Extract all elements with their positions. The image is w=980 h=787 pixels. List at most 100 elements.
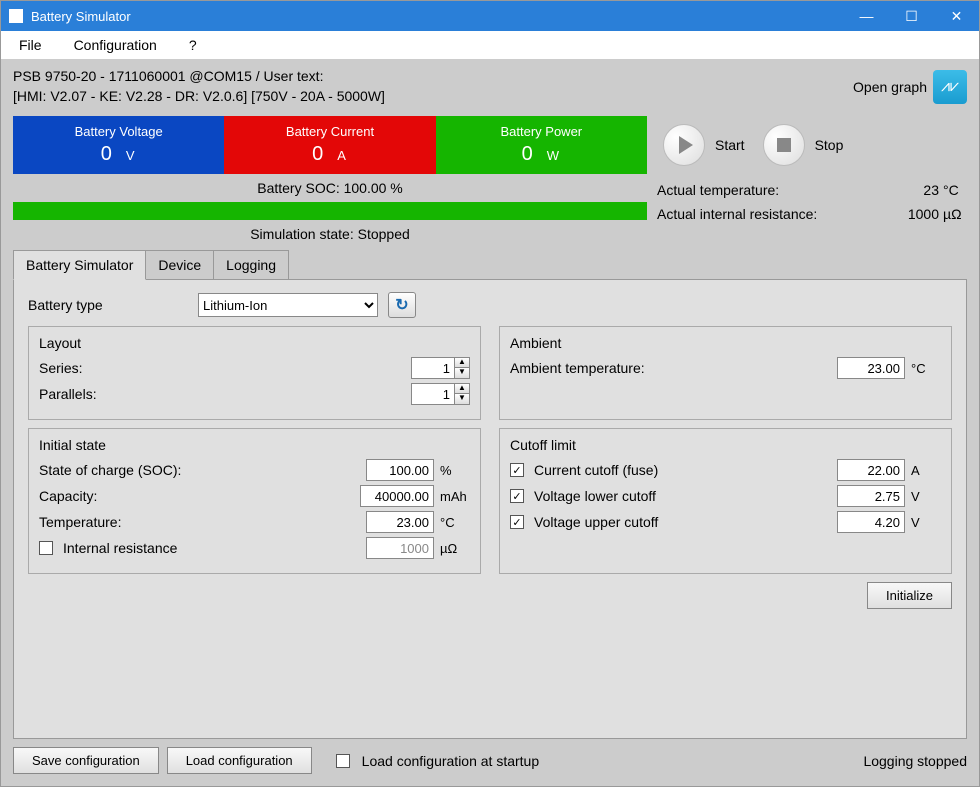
open-graph-label: Open graph	[853, 79, 927, 95]
capacity-label: Capacity:	[39, 488, 354, 504]
voltage-lower-unit: V	[911, 489, 941, 504]
tab-body: Battery type Lithium-Ion ↻ Layout Series…	[13, 279, 967, 739]
current-value: 0	[312, 143, 325, 165]
current-label: Battery Current	[286, 124, 374, 139]
load-startup-checkbox[interactable]	[336, 754, 350, 768]
stats-block: Actual temperature: 23 °C Actual interna…	[657, 182, 967, 222]
window-title: Battery Simulator	[31, 9, 844, 24]
titlebar: Battery Simulator — ☐ ✕	[1, 1, 979, 31]
battery-type-label: Battery type	[28, 297, 188, 313]
voltage-meter: Battery Voltage 0V	[13, 116, 224, 174]
parallels-stepper[interactable]: ▲▼	[411, 383, 470, 405]
load-config-button[interactable]: Load configuration	[167, 747, 312, 774]
menu-configuration[interactable]: Configuration	[68, 33, 163, 57]
logging-status: Logging stopped	[863, 753, 967, 769]
battery-type-select[interactable]: Lithium-Ion	[198, 293, 378, 317]
voltage-lower-label: Voltage lower cutoff	[534, 488, 831, 504]
actual-temp-label: Actual temperature:	[657, 182, 899, 198]
soc-bar	[13, 202, 647, 220]
simulation-state: Simulation state: Stopped	[13, 224, 647, 244]
current-cutoff-label: Current cutoff (fuse)	[534, 462, 831, 478]
current-meter: Battery Current 0A	[224, 116, 435, 174]
menu-help[interactable]: ?	[183, 33, 203, 57]
capacity-unit: mAh	[440, 489, 470, 504]
init-temp-input[interactable]	[366, 511, 434, 533]
series-input[interactable]	[411, 357, 455, 379]
device-info-line1: PSB 9750-20 - 1711060001 @COM15 / User t…	[13, 67, 853, 87]
power-meter: Battery Power 0W	[436, 116, 647, 174]
tab-battery-simulator[interactable]: Battery Simulator	[13, 250, 146, 280]
actual-ir-value: 1000	[899, 206, 939, 222]
ambient-temp-label: Ambient temperature:	[510, 360, 831, 376]
voltage-value: 0	[101, 143, 114, 165]
stop-icon	[763, 124, 805, 166]
power-label: Battery Power	[500, 124, 582, 139]
info-bar: PSB 9750-20 - 1711060001 @COM15 / User t…	[13, 67, 967, 106]
soc-unit: %	[440, 463, 470, 478]
cutoff-group: Cutoff limit ✓ Current cutoff (fuse) A ✓…	[499, 428, 952, 574]
dashboard: Battery Voltage 0V Battery Current 0A Ba…	[13, 116, 967, 244]
app-icon	[9, 9, 23, 23]
actual-temp-unit: °C	[943, 182, 967, 198]
current-unit: A	[337, 148, 348, 163]
tab-device[interactable]: Device	[145, 250, 214, 280]
current-cutoff-checkbox[interactable]: ✓	[510, 463, 524, 477]
save-config-button[interactable]: Save configuration	[13, 747, 159, 774]
current-cutoff-unit: A	[911, 463, 941, 478]
minimize-button[interactable]: —	[844, 1, 889, 31]
series-label: Series:	[39, 360, 405, 376]
voltage-lower-checkbox[interactable]: ✓	[510, 489, 524, 503]
soc-field-label: State of charge (SOC):	[39, 462, 360, 478]
app-window: Battery Simulator — ☐ ✕ File Configurati…	[0, 0, 980, 787]
tab-container: Battery Simulator Device Logging Battery…	[13, 250, 967, 739]
layout-title: Layout	[39, 335, 470, 351]
menubar: File Configuration ?	[1, 31, 979, 59]
voltage-upper-input[interactable]	[837, 511, 905, 533]
ir-input	[366, 537, 434, 559]
power-value: 0	[522, 143, 535, 165]
soc-input[interactable]	[366, 459, 434, 481]
waveform-icon: ⩘⩗	[941, 78, 959, 96]
device-info-line2: [HMI: V2.07 - KE: V2.28 - DR: V2.0.6] [7…	[13, 87, 853, 107]
ambient-temp-unit: °C	[911, 361, 941, 376]
device-info: PSB 9750-20 - 1711060001 @COM15 / User t…	[13, 67, 853, 106]
menu-file[interactable]: File	[13, 33, 48, 57]
power-unit: W	[547, 148, 561, 163]
voltage-lower-input[interactable]	[837, 485, 905, 507]
initial-state-title: Initial state	[39, 437, 470, 453]
start-stop-row: Start Stop	[657, 116, 967, 174]
ir-label: Internal resistance	[63, 540, 360, 556]
voltage-unit: V	[126, 148, 137, 163]
parallels-input[interactable]	[411, 383, 455, 405]
voltage-upper-checkbox[interactable]: ✓	[510, 515, 524, 529]
initialize-button[interactable]: Initialize	[867, 582, 952, 609]
open-graph-button[interactable]: ⩘⩗	[933, 70, 967, 104]
parallels-down[interactable]: ▼	[455, 394, 469, 404]
actual-ir-label: Actual internal resistance:	[657, 206, 899, 222]
actual-ir-unit: µΩ	[943, 206, 967, 222]
series-down[interactable]: ▼	[455, 368, 469, 378]
ambient-temp-input[interactable]	[837, 357, 905, 379]
ambient-group: Ambient Ambient temperature: °C	[499, 326, 952, 420]
capacity-input[interactable]	[360, 485, 434, 507]
footer-bar: Save configuration Load configuration Lo…	[13, 745, 967, 774]
maximize-button[interactable]: ☐	[889, 1, 934, 31]
stop-button[interactable]: Stop	[763, 124, 844, 166]
start-button[interactable]: Start	[663, 124, 745, 166]
layout-group: Layout Series: ▲▼ Parallels: ▲▼	[28, 326, 481, 420]
tab-logging[interactable]: Logging	[213, 250, 289, 280]
series-stepper[interactable]: ▲▼	[411, 357, 470, 379]
ir-unit: µΩ	[440, 541, 470, 556]
content-area: PSB 9750-20 - 1711060001 @COM15 / User t…	[1, 59, 979, 786]
voltage-upper-label: Voltage upper cutoff	[534, 514, 831, 530]
voltage-label: Battery Voltage	[75, 124, 163, 139]
meter-row: Battery Voltage 0V Battery Current 0A Ba…	[13, 116, 647, 174]
tab-row: Battery Simulator Device Logging	[13, 250, 967, 280]
current-cutoff-input[interactable]	[837, 459, 905, 481]
cutoff-title: Cutoff limit	[510, 437, 941, 453]
initial-state-group: Initial state State of charge (SOC): % C…	[28, 428, 481, 574]
actual-temp-value: 23	[899, 182, 939, 198]
ir-checkbox[interactable]	[39, 541, 53, 555]
close-button[interactable]: ✕	[934, 1, 979, 31]
refresh-button[interactable]: ↻	[388, 292, 416, 318]
